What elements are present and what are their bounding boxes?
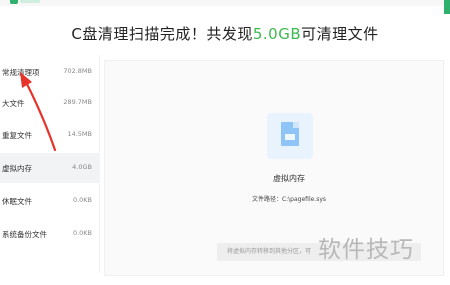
red-arrow-annotation bbox=[20, 72, 57, 152]
arrow-shaft bbox=[24, 80, 57, 152]
arrow-head bbox=[20, 72, 32, 88]
